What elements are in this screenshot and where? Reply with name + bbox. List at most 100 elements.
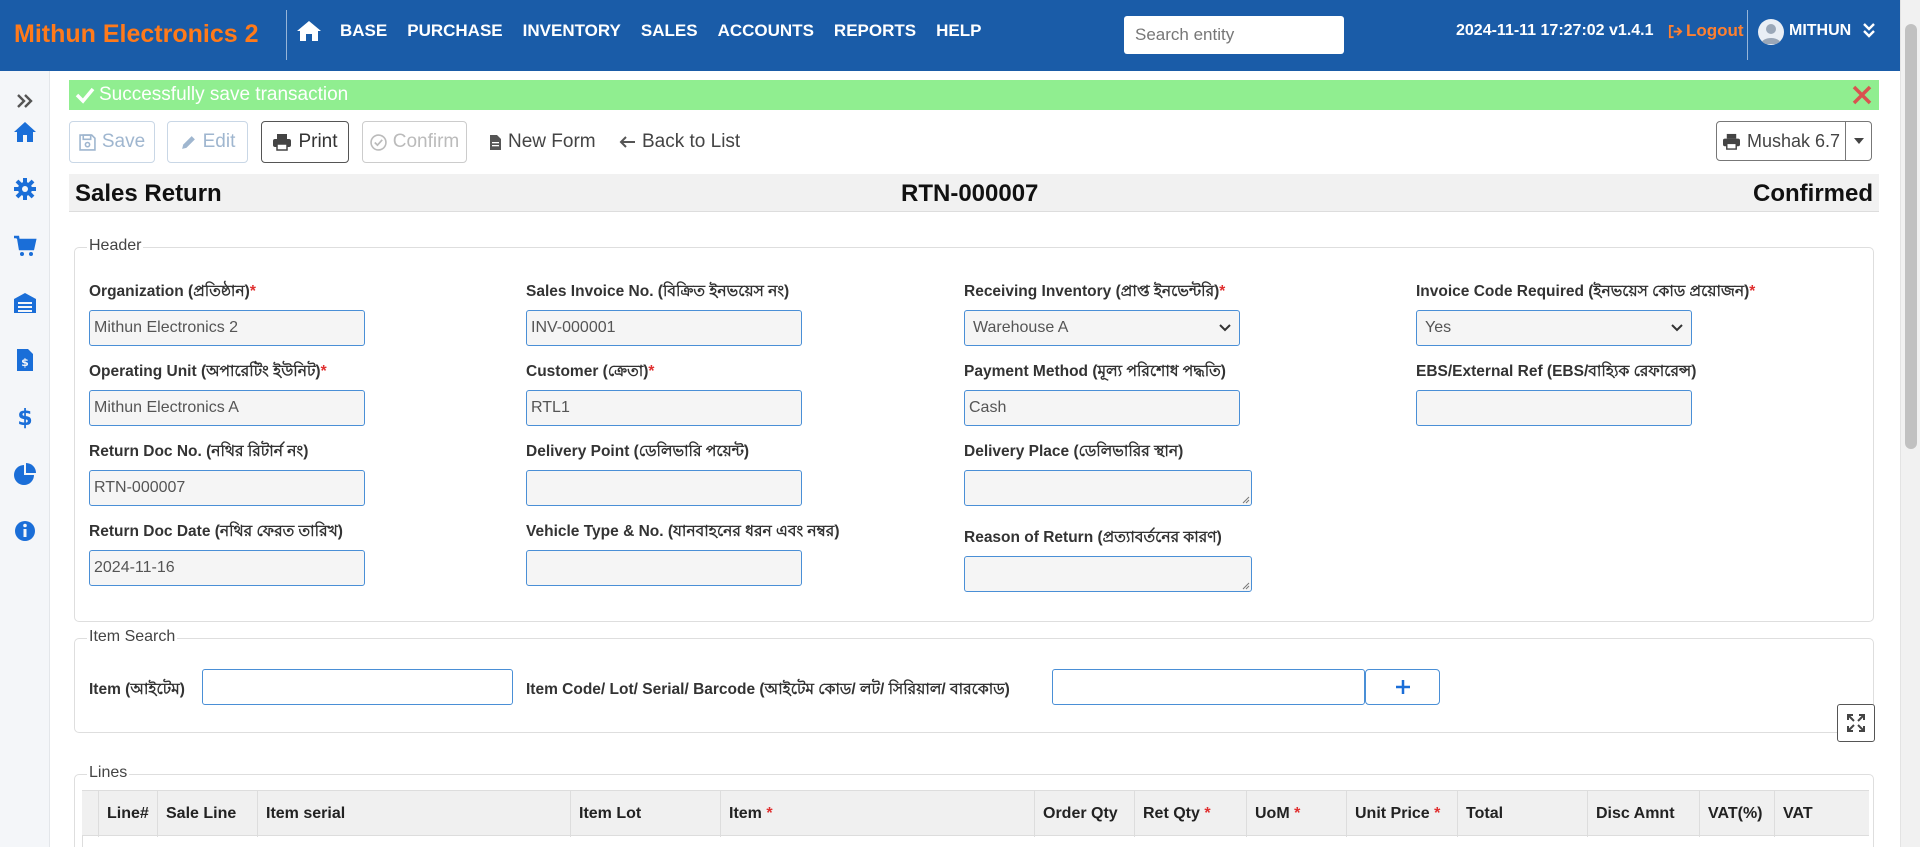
search-entity-input[interactable] (1124, 16, 1344, 54)
item-code-input[interactable] (1052, 669, 1365, 705)
payment-method-field[interactable]: Cash (964, 390, 1240, 426)
username[interactable]: MITHUN (1789, 22, 1851, 40)
close-icon[interactable] (1851, 84, 1873, 106)
ebs-external-ref-label: EBS/External Ref (EBS/বাহ্যিক রেফারেন্স) (1416, 363, 1697, 380)
mushak-print-button[interactable]: Mushak 6.7 (1716, 121, 1846, 161)
payment-method-label: Payment Method (মূল্য পরিশোধ পদ্ধতি) (964, 363, 1226, 380)
col-item-lot[interactable]: Item Lot (570, 791, 720, 837)
status-badge: Confirmed (1753, 180, 1873, 207)
col-item[interactable]: Item * (720, 791, 1034, 837)
col-sale-line[interactable]: Sale Line (157, 791, 257, 837)
return-doc-date-label: Return Doc Date (নথির ফেরত তারিখ) (89, 523, 343, 540)
info-icon[interactable] (13, 519, 37, 543)
col-uom[interactable]: UoM * (1246, 791, 1346, 837)
item-search-input[interactable] (202, 669, 513, 705)
col-total[interactable]: Total (1457, 791, 1587, 837)
logout-link[interactable]: Logout (1668, 21, 1744, 41)
col-unit-price[interactable]: Unit Price * (1346, 791, 1457, 837)
edit-label: Edit (202, 131, 236, 152)
home-icon[interactable] (13, 120, 37, 144)
receiving-inventory-value: Warehouse A (973, 319, 1069, 336)
pencil-icon (181, 135, 195, 149)
edit-button[interactable]: Edit (167, 121, 248, 163)
cart-icon[interactable] (13, 234, 37, 258)
customer-field[interactable]: RTL1 (526, 390, 802, 426)
chevrons-right-icon[interactable] (13, 89, 37, 113)
save-label: Save (101, 131, 146, 152)
sales-invoice-no-label: Sales Invoice No. (বিক্রিত ইনভয়েস নং) (526, 283, 790, 300)
save-icon (79, 133, 96, 151)
user-icon (1761, 24, 1781, 44)
menu-help[interactable]: HELP (936, 21, 981, 41)
chevron-down-icon (1671, 324, 1683, 332)
document-number: RTN-000007 (901, 180, 1039, 207)
item-search-legend: Item Search (87, 628, 178, 646)
mushak-dropdown-toggle[interactable] (1845, 121, 1872, 161)
item-label: Item (আইটেম) (89, 681, 185, 698)
return-doc-no-field[interactable]: RTN-000007 (89, 470, 365, 506)
gear-icon[interactable] (13, 177, 37, 201)
col-order-qty[interactable]: Order Qty (1034, 791, 1134, 837)
top-navbar: Mithun Electronics 2 BASE PURCHASE INVEN… (0, 0, 1920, 71)
new-form-link[interactable]: New Form (489, 131, 596, 153)
double-chevron-down-icon[interactable] (1861, 20, 1877, 40)
warehouse-icon[interactable] (13, 291, 37, 315)
left-sidebar: $ $ (0, 71, 50, 847)
menu-sales[interactable]: SALES (641, 21, 698, 41)
file-icon (490, 134, 501, 150)
expand-button[interactable] (1837, 704, 1875, 742)
avatar[interactable] (1758, 19, 1784, 45)
page-title: Sales Return (75, 180, 222, 207)
vehicle-field[interactable] (526, 550, 802, 586)
operating-unit-field[interactable]: Mithun Electronics A (89, 390, 365, 426)
mushak-label: Mushak 6.7 (1746, 130, 1841, 151)
reason-of-return-textarea[interactable] (964, 556, 1252, 592)
menu-inventory[interactable]: INVENTORY (523, 21, 621, 41)
invoice-code-required-value: Yes (1425, 319, 1452, 336)
print-button[interactable]: Print (261, 121, 349, 163)
save-button[interactable]: Save (69, 121, 155, 163)
check-circle-icon (370, 133, 387, 151)
confirm-label: Confirm (392, 131, 460, 152)
logout-label: Logout (1686, 21, 1744, 40)
add-item-button[interactable] (1365, 669, 1440, 705)
table-row (82, 836, 1869, 847)
dollar-icon[interactable]: $ (13, 405, 37, 429)
confirm-button[interactable]: Confirm (362, 121, 467, 163)
resize-grip-icon[interactable] (1240, 580, 1250, 590)
delivery-place-textarea[interactable] (964, 470, 1252, 506)
header-legend: Header (87, 237, 144, 255)
svg-text:$: $ (21, 356, 29, 369)
invoice-icon[interactable]: $ (13, 348, 37, 372)
col-item-serial[interactable]: Item serial (257, 791, 570, 837)
delivery-point-field[interactable] (526, 470, 802, 506)
receiving-inventory-label: Receiving Inventory (প্রাপ্ত ইনভেন্টরি)* (964, 283, 1226, 300)
ebs-external-ref-field[interactable] (1416, 390, 1692, 426)
col-vat[interactable]: VAT (1774, 791, 1869, 837)
menu-base[interactable]: BASE (340, 21, 387, 41)
menu-accounts[interactable]: ACCOUNTS (718, 21, 814, 41)
arrow-left-icon (619, 136, 635, 148)
receiving-inventory-select[interactable]: Warehouse A (964, 310, 1240, 346)
invoice-code-required-select[interactable]: Yes (1416, 310, 1692, 346)
brand-name[interactable]: Mithun Electronics 2 (14, 20, 258, 49)
print-icon (273, 134, 292, 151)
col-disc-amnt[interactable]: Disc Amnt (1587, 791, 1699, 837)
col-vat-percent[interactable]: VAT(%) (1699, 791, 1774, 837)
page-scrollbar[interactable] (1900, 0, 1920, 847)
return-doc-date-field[interactable]: 2024-11-16 (89, 550, 365, 586)
delivery-place-label: Delivery Place (ডেলিভারির স্থান) (964, 443, 1184, 460)
col-ret-qty[interactable]: Ret Qty * (1134, 791, 1246, 837)
menu-reports[interactable]: REPORTS (834, 21, 916, 41)
menu-purchase[interactable]: PURCHASE (407, 21, 502, 41)
sales-invoice-no-field[interactable]: INV-000001 (526, 310, 802, 346)
vehicle-label: Vehicle Type & No. (যানবাহনের ধরন এবং নম… (526, 523, 840, 540)
back-to-list-link[interactable]: Back to List (619, 131, 740, 153)
back-to-list-label: Back to List (642, 131, 741, 152)
scrollbar-thumb[interactable] (1905, 24, 1917, 449)
home-icon[interactable] (296, 19, 322, 43)
success-alert: Successfully save transaction (69, 80, 1879, 110)
organization-field[interactable]: Mithun Electronics 2 (89, 310, 365, 346)
pie-chart-icon[interactable] (13, 462, 37, 486)
resize-grip-icon[interactable] (1240, 494, 1250, 504)
